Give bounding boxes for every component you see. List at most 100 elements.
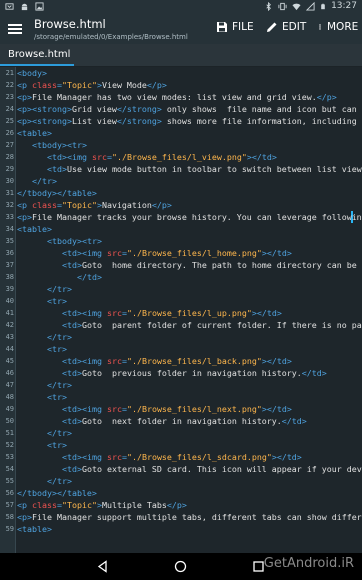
wifi-icon [292,3,301,10]
line-number: 22 [5,81,14,89]
menu-icon[interactable] [6,20,24,38]
line-number: 21 [5,69,14,77]
code-line[interactable]: 32 <p class="Topic">Navigation</p> [0,199,362,211]
code-token: </tr> [47,380,72,390]
vibrate-icon [278,2,287,10]
code-line[interactable]: 39 </tr> [0,283,362,295]
line-code: <td>Goto parent folder of current folder… [62,319,362,331]
file-button[interactable]: FILE [216,21,254,33]
line-number: 43 [5,333,14,341]
code-token: <table> [17,128,52,138]
line-code: <tr> [47,343,67,355]
code-token: Goto parent folder of current folder. If… [81,320,362,330]
document-path: /storage/emulated/0/Examples/Browse.html [34,33,188,41]
tab-browse-html[interactable]: Browse.html [8,49,70,60]
code-line[interactable]: 25 <p><strong>List view</strong> shows mo… [0,115,362,127]
line-code: </tbody></table> [17,187,97,199]
code-line[interactable]: 31 </tbody></table> [0,187,362,199]
code-token: <p [17,200,32,210]
code-line[interactable]: 28 <td><img src="./Browse_files/l_view.pn… [0,151,362,163]
toolbar: Browse.html /storage/emulated/0/Examples… [0,14,362,44]
code-line[interactable]: 47 </tr> [0,379,362,391]
code-line[interactable]: 53 <td><img src="./Browse_files/l_sdcard.… [0,451,362,463]
code-line[interactable]: 57 <p class="Topic">Multiple Tabs</p> [0,499,362,511]
code-line[interactable]: 21 <body> [0,67,362,79]
code-line[interactable]: 58 <p>File Manager support multiple tabs,… [0,511,362,523]
code-line[interactable]: 33 <p>File Manager tracks your browse his… [0,211,362,223]
code-line[interactable]: 51 </tr> [0,427,362,439]
code-token: Goto external SD card. This icon will ap… [81,464,362,474]
edit-button[interactable]: EDIT [266,21,306,33]
line-number: 26 [5,129,14,137]
home-icon[interactable] [174,560,187,573]
code-line[interactable]: 42 <td>Goto parent folder of current fold… [0,319,362,331]
watermark: GetAndroid.iR [263,556,354,571]
code-line[interactable]: 40 <tr> [0,295,362,307]
code-token: <td><img [47,152,92,162]
code-line[interactable]: 46 <td>Goto previous folder in navigation… [0,367,362,379]
navigation-bar: GetAndroid.iR [0,553,362,580]
code-line[interactable]: 27 <tbody><tr> [0,139,362,151]
line-number: 58 [5,513,14,521]
line-number: 54 [5,465,14,473]
code-line[interactable]: 29 <td>Use view mode button in toolbar to… [0,163,362,175]
line-number: 29 [5,165,14,173]
more-button[interactable]: MORE [317,21,358,33]
code-token: </strong> [116,104,162,114]
code-line[interactable]: 38 </td> [0,271,362,283]
line-code: <tbody><tr> [32,139,87,151]
code-line[interactable]: 23 <p>File Manager has two view modes: li… [0,91,362,103]
code-line[interactable]: 22 <p class="Topic">View Mode</p> [0,79,362,91]
code-token: Goto home directory. The path to home di… [81,260,362,270]
line-code: <tr> [47,295,67,307]
line-code: <p class="Topic">Multiple Tabs</p> [17,499,187,511]
code-line[interactable]: 45 <td><img src="./Browse_files/l_back.pn… [0,355,362,367]
code-token: <p><strong> [17,116,72,126]
code-line[interactable]: 44 <tr> [0,343,362,355]
code-line[interactable]: 34 <table> [0,223,362,235]
code-token: src [91,152,107,162]
code-line[interactable]: 37 <td>Goto home directory. The path to h… [0,259,362,271]
code-token: <tbody><tr> [47,236,102,246]
line-code: <tr> [47,439,67,451]
code-line[interactable]: 49 <td><img src="./Browse_files/l_next.pn… [0,403,362,415]
code-token: "./Browse_files/l_home.png" [126,248,262,258]
image-icon [35,2,44,11]
code-line[interactable]: 59 <table> [0,523,362,535]
code-token: </td> [77,272,102,282]
code-line[interactable]: 56 </tbody></table> [0,487,362,499]
code-line[interactable]: 24 <p><strong>Grid view</strong> only sho… [0,103,362,115]
code-line[interactable]: 55 </tr> [0,475,362,487]
pencil-icon [267,22,277,32]
back-icon[interactable] [96,560,109,573]
line-number: 24 [5,105,14,113]
code-token: ></td> [261,404,292,414]
line-code: <td><img src="./Browse_files/l_home.png"… [62,247,292,259]
code-line[interactable]: 52 <tr> [0,439,362,451]
code-line[interactable]: 41 <td><img src="./Browse_files/l_up.png"… [0,307,362,319]
code-token: </p> [316,92,337,102]
line-number: 47 [5,381,14,389]
line-number: 42 [5,321,14,329]
code-token: <td> [62,320,82,330]
code-line[interactable]: 30 </tr> [0,175,362,187]
code-line[interactable]: 35 <tbody><tr> [0,235,362,247]
active-tab-indicator [0,64,74,66]
code-line[interactable]: 26 <table> [0,127,362,139]
code-editor[interactable]: 21 <body> 22 <p class="Topic">View Mode</p>… [0,67,362,553]
code-line[interactable]: 54 <td>Goto external SD card. This icon w… [0,463,362,475]
code-token: class [32,80,57,90]
line-number: 41 [5,309,14,317]
code-token: <td><img [62,356,107,366]
line-number: 50 [5,417,14,425]
code-line[interactable]: 36 <td><img src="./Browse_files/l_home.pn… [0,247,362,259]
android-icon [21,3,28,11]
code-token: "./Browse_files/l_up.png" [126,308,252,318]
code-line[interactable]: 43 </tr> [0,331,362,343]
code-line[interactable]: 48 <tr> [0,391,362,403]
code-token: File Manager support multiple tabs, diff… [32,512,362,522]
code-token: </tr> [47,284,72,294]
code-token: </p> [151,200,172,210]
code-line[interactable]: 50 <td>Goto next folder in navigation his… [0,415,362,427]
more-vert-icon [319,24,321,30]
